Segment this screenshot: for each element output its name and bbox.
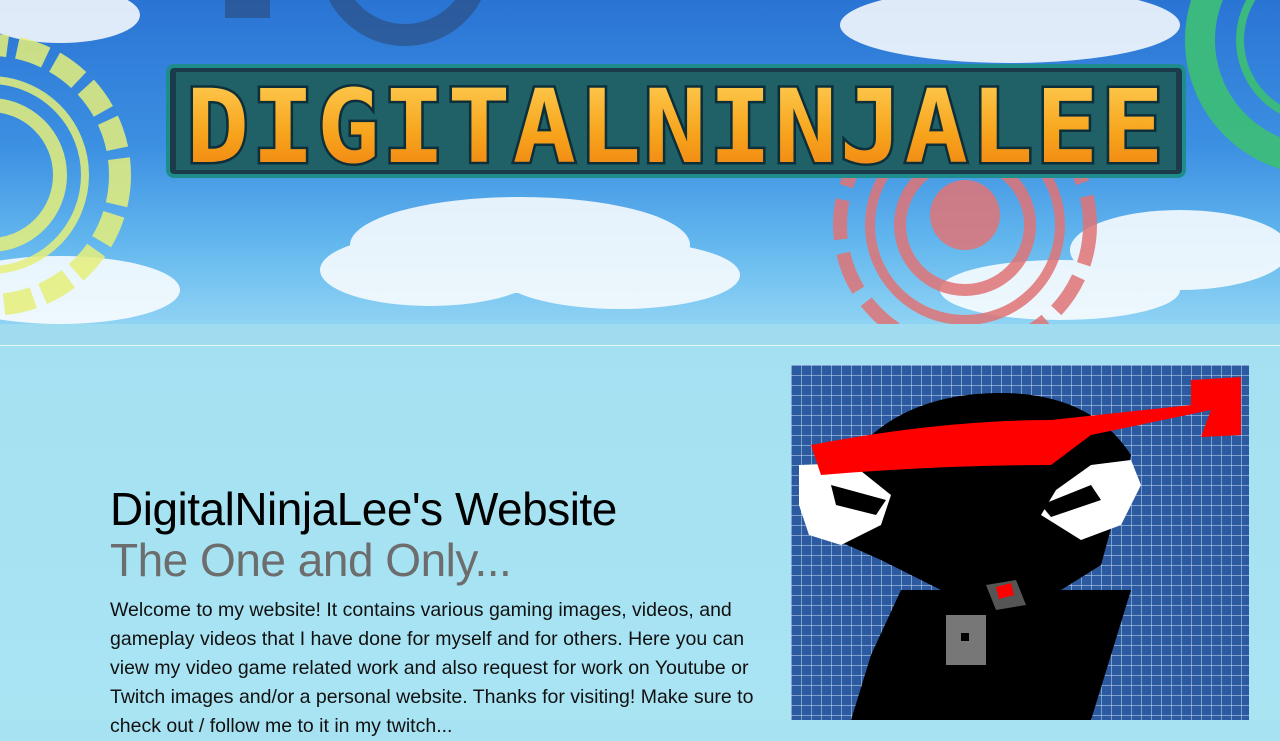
banner-artwork: DIGITALNINJALEE [0, 0, 1280, 324]
site-logo: DIGITALNINJALEE [186, 68, 1166, 187]
intro-text: Welcome to my website! It contains vario… [110, 599, 754, 737]
header-banner: DIGITALNINJALEE [0, 0, 1280, 324]
header-divider [0, 324, 1280, 346]
page-title: DigitalNinjaLee's Website [110, 483, 617, 535]
page-subtitle: The One and Only... [110, 534, 512, 586]
ninja-avatar-image [791, 365, 1249, 720]
ninja-avatar-icon [791, 365, 1249, 720]
